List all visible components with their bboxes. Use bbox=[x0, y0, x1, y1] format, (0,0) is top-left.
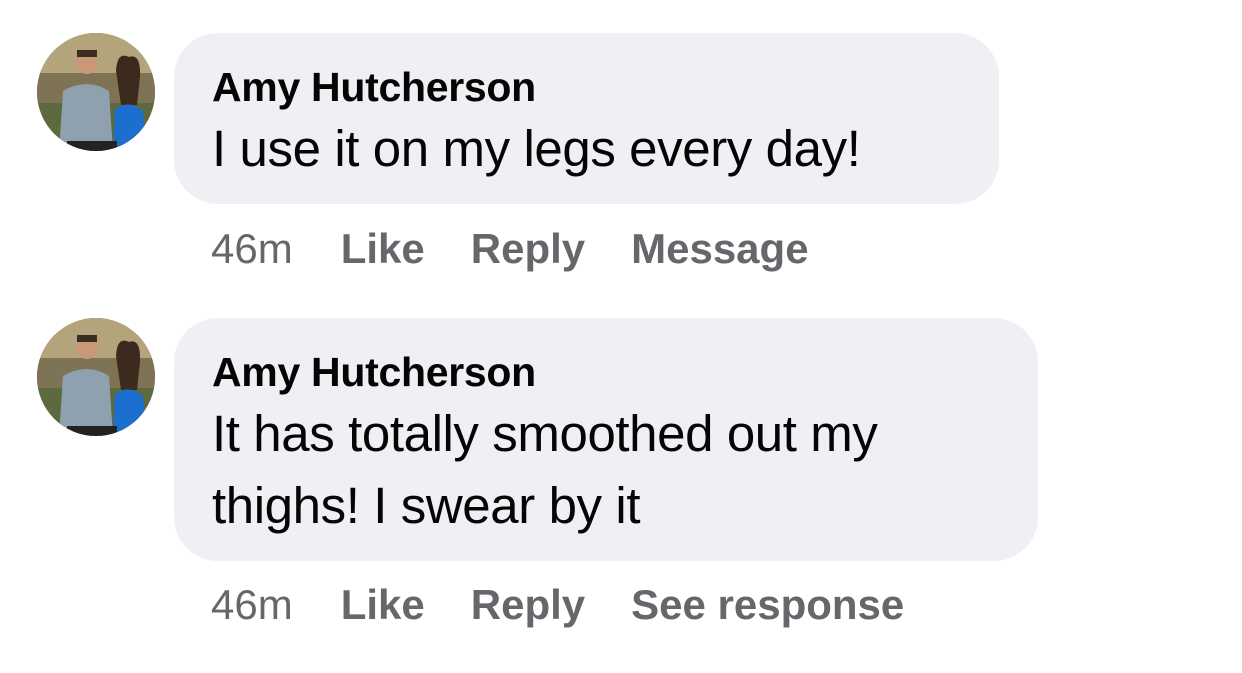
couple-photo-avatar-icon bbox=[37, 318, 155, 436]
comment-author[interactable]: Amy Hutcherson bbox=[212, 63, 961, 111]
reply-button[interactable]: Reply bbox=[471, 224, 585, 274]
comment-bubble: Amy Hutcherson It has totally smoothed o… bbox=[174, 318, 1038, 561]
see-response-button[interactable]: See response bbox=[631, 580, 904, 630]
comment-timestamp[interactable]: 46m bbox=[211, 224, 293, 274]
comment-author[interactable]: Amy Hutcherson bbox=[212, 348, 1000, 396]
author-avatar[interactable] bbox=[37, 33, 155, 151]
comment-text: I use it on my legs every day! bbox=[212, 120, 861, 177]
comment-actions: 46m Like Reply Message bbox=[211, 224, 855, 274]
author-avatar[interactable] bbox=[37, 318, 155, 436]
comment-text-line-2: thighs! I swear by it bbox=[212, 477, 641, 534]
couple-photo-avatar-icon bbox=[37, 33, 155, 151]
message-button[interactable]: Message bbox=[631, 224, 808, 274]
comment-text: It has totally smoothed out my thighs! I… bbox=[212, 398, 1000, 542]
comment-actions: 46m Like Reply See response bbox=[211, 580, 950, 630]
reply-button[interactable]: Reply bbox=[471, 580, 585, 630]
comment-text-line-1: It has totally smoothed out my bbox=[212, 405, 878, 462]
comment-bubble: Amy Hutcherson I use it on my legs every… bbox=[174, 33, 999, 204]
comment-timestamp[interactable]: 46m bbox=[211, 580, 293, 630]
like-button[interactable]: Like bbox=[341, 580, 425, 630]
like-button[interactable]: Like bbox=[341, 224, 425, 274]
